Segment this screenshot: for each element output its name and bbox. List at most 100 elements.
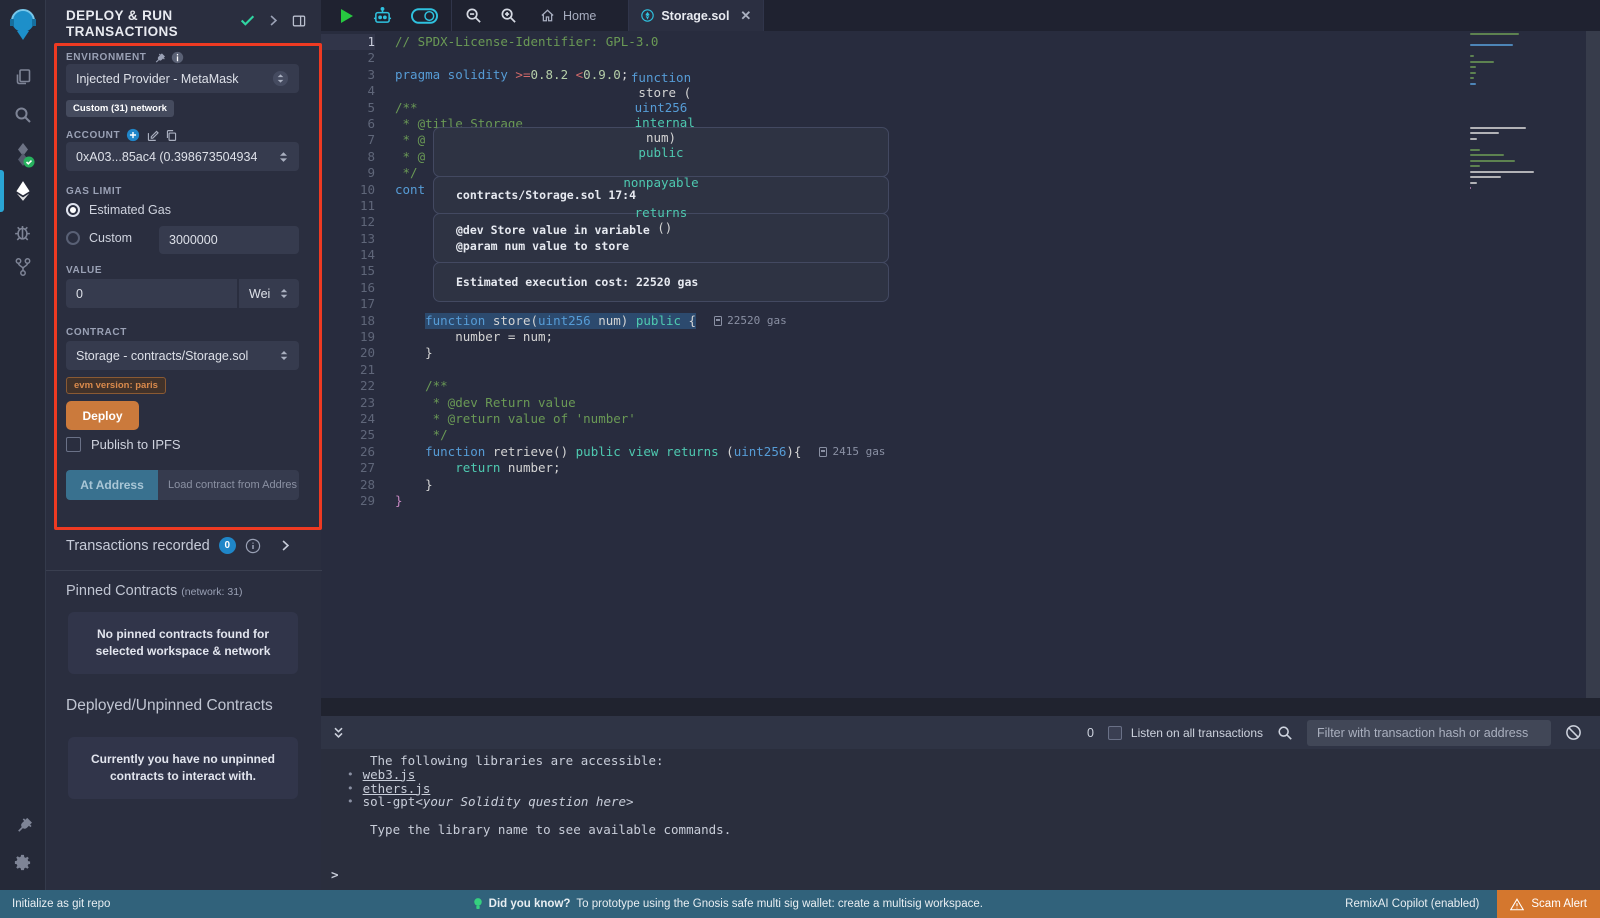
sidebar-item-workspaces[interactable] [0,58,45,96]
scam-alert-button[interactable]: Scam Alert [1497,890,1600,918]
publish-ipfs-row[interactable]: Publish to IPFS [66,437,181,452]
line-number[interactable]: 11 [321,198,375,214]
line-number[interactable]: 25 [321,427,375,443]
expand-transactions-icon[interactable] [279,539,292,552]
line-number[interactable]: 7 [321,132,375,148]
transaction-filter-input[interactable] [1307,720,1551,746]
environment-select[interactable]: Injected Provider - MetaMask [66,64,299,93]
line-number[interactable]: 9 [321,165,375,181]
copilot-toggle[interactable] [402,0,447,31]
sidebar-item-solidity-compiler[interactable] [0,136,45,174]
code-row: 28 } [321,477,1600,493]
sidebar-item-debugger[interactable] [0,212,45,250]
line-number[interactable]: 23 [321,395,375,411]
sidebar-item-search[interactable] [0,96,45,134]
clear-console-icon[interactable] [1565,724,1582,741]
plug-small-icon[interactable] [153,52,165,64]
sidebar-item-git[interactable] [0,248,45,286]
listen-all-transactions[interactable]: Listen on all transactions [1108,726,1263,740]
line-number[interactable]: 13 [321,231,375,247]
line-number[interactable]: 27 [321,460,375,476]
terminal-search-icon [1277,725,1293,741]
expand-terminal-icon[interactable] [331,726,346,740]
copilot-status[interactable]: RemixAI Copilot (enabled) [1345,898,1479,910]
terminal-line: The following libraries are accessible: [321,754,1600,768]
edit-icon[interactable] [146,129,159,142]
tab-home[interactable]: Home [526,0,610,31]
info-outline-icon[interactable] [245,538,261,554]
code-row: 20 } [321,345,1600,361]
line-number[interactable]: 28 [321,477,375,493]
code-row: 27 return number; [321,460,1600,476]
code-row: 29} [321,493,1600,509]
custom-gas-radio[interactable]: Custom [66,231,132,245]
sidebar-item-settings[interactable] [0,843,45,881]
line-number[interactable]: 6 [321,116,375,132]
ai-copilot-robot-icon[interactable] [363,0,402,31]
sidebar-item-plugin-manager[interactable] [0,806,45,844]
git-branch-icon [13,256,33,278]
estimated-gas-radio[interactable]: Estimated Gas [66,203,171,217]
info-icon[interactable] [171,51,184,64]
at-address-button[interactable]: At Address [66,470,158,500]
sidebar-item-deploy-and-run[interactable] [0,172,45,210]
code-row: 1// SPDX-License-Identifier: GPL-3.0 [321,34,1600,50]
radio-icon [66,231,80,245]
did-you-know-tip: Did you know? To prototype using the Gno… [110,897,1345,911]
line-number[interactable]: 8 [321,149,375,165]
remix-logo[interactable] [0,5,45,43]
publish-ipfs-checkbox[interactable] [66,437,81,452]
value-input[interactable] [66,279,237,308]
editor-scrollbar[interactable] [1586,31,1600,698]
at-address-input[interactable]: Load contract from Addres [158,470,299,500]
value-unit-select[interactable]: Wei [239,279,299,308]
line-number[interactable]: 4 [321,83,375,99]
status-check-icon[interactable] [239,12,256,29]
line-number[interactable]: 5 [321,100,375,116]
deploy-button[interactable]: Deploy [66,401,139,430]
terminal-resize-handle[interactable] [321,698,1600,716]
line-number[interactable]: 17 [321,296,375,312]
contract-select[interactable]: Storage - contracts/Storage.sol [66,341,299,370]
run-script-button[interactable] [331,0,363,31]
line-number[interactable]: 19 [321,329,375,345]
bug-icon [12,221,33,242]
line-number[interactable]: 12 [321,214,375,230]
line-number[interactable]: 2 [321,50,375,66]
icon-rail [0,0,45,890]
zoom-in-button[interactable] [491,0,526,31]
line-number[interactable]: 26 [321,444,375,460]
zoom-out-button[interactable] [456,0,491,31]
ethers-link[interactable]: ethers.js [363,782,431,796]
web3-link[interactable]: web3.js [363,768,416,782]
line-number[interactable]: 18 [321,313,375,329]
add-account-icon[interactable] [126,128,140,142]
line-number[interactable]: 3 [321,67,375,83]
custom-gas-input[interactable] [159,226,299,254]
terminal-prompt[interactable]: > [331,867,339,882]
collapse-chevron-icon[interactable] [267,14,280,27]
line-number[interactable]: 1 [321,34,375,50]
close-tab-icon[interactable]: ✕ [740,8,751,24]
git-init-button[interactable]: Initialize as git repo [12,898,110,910]
account-select[interactable]: 0xA03...85ac4 (0.398673504934 [66,142,299,171]
line-number[interactable]: 22 [321,378,375,394]
tab-storage-sol[interactable]: Storage.sol ✕ [628,0,764,31]
line-number[interactable]: 29 [321,493,375,509]
line-number[interactable]: 14 [321,247,375,263]
line-number[interactable]: 10 [321,182,375,198]
line-number[interactable]: 24 [321,411,375,427]
code-row: 18 function store(uint256 num) public {2… [321,313,1600,329]
listen-checkbox[interactable] [1108,726,1122,740]
pin-panel-icon[interactable] [291,13,307,29]
minimap[interactable] [1470,33,1536,233]
copy-icon[interactable] [165,129,178,142]
line-number[interactable]: 16 [321,280,375,296]
gas-estimate-widget: 2415 gas [819,444,885,460]
line-number[interactable]: 20 [321,345,375,361]
terminal-tx-count: 0 [1087,726,1094,740]
terminal-body[interactable]: The following libraries are accessible: … [321,749,1600,890]
line-number[interactable]: 15 [321,263,375,279]
line-number[interactable]: 21 [321,362,375,378]
code-editor[interactable]: 1// SPDX-License-Identifier: GPL-3.023pr… [321,31,1600,698]
